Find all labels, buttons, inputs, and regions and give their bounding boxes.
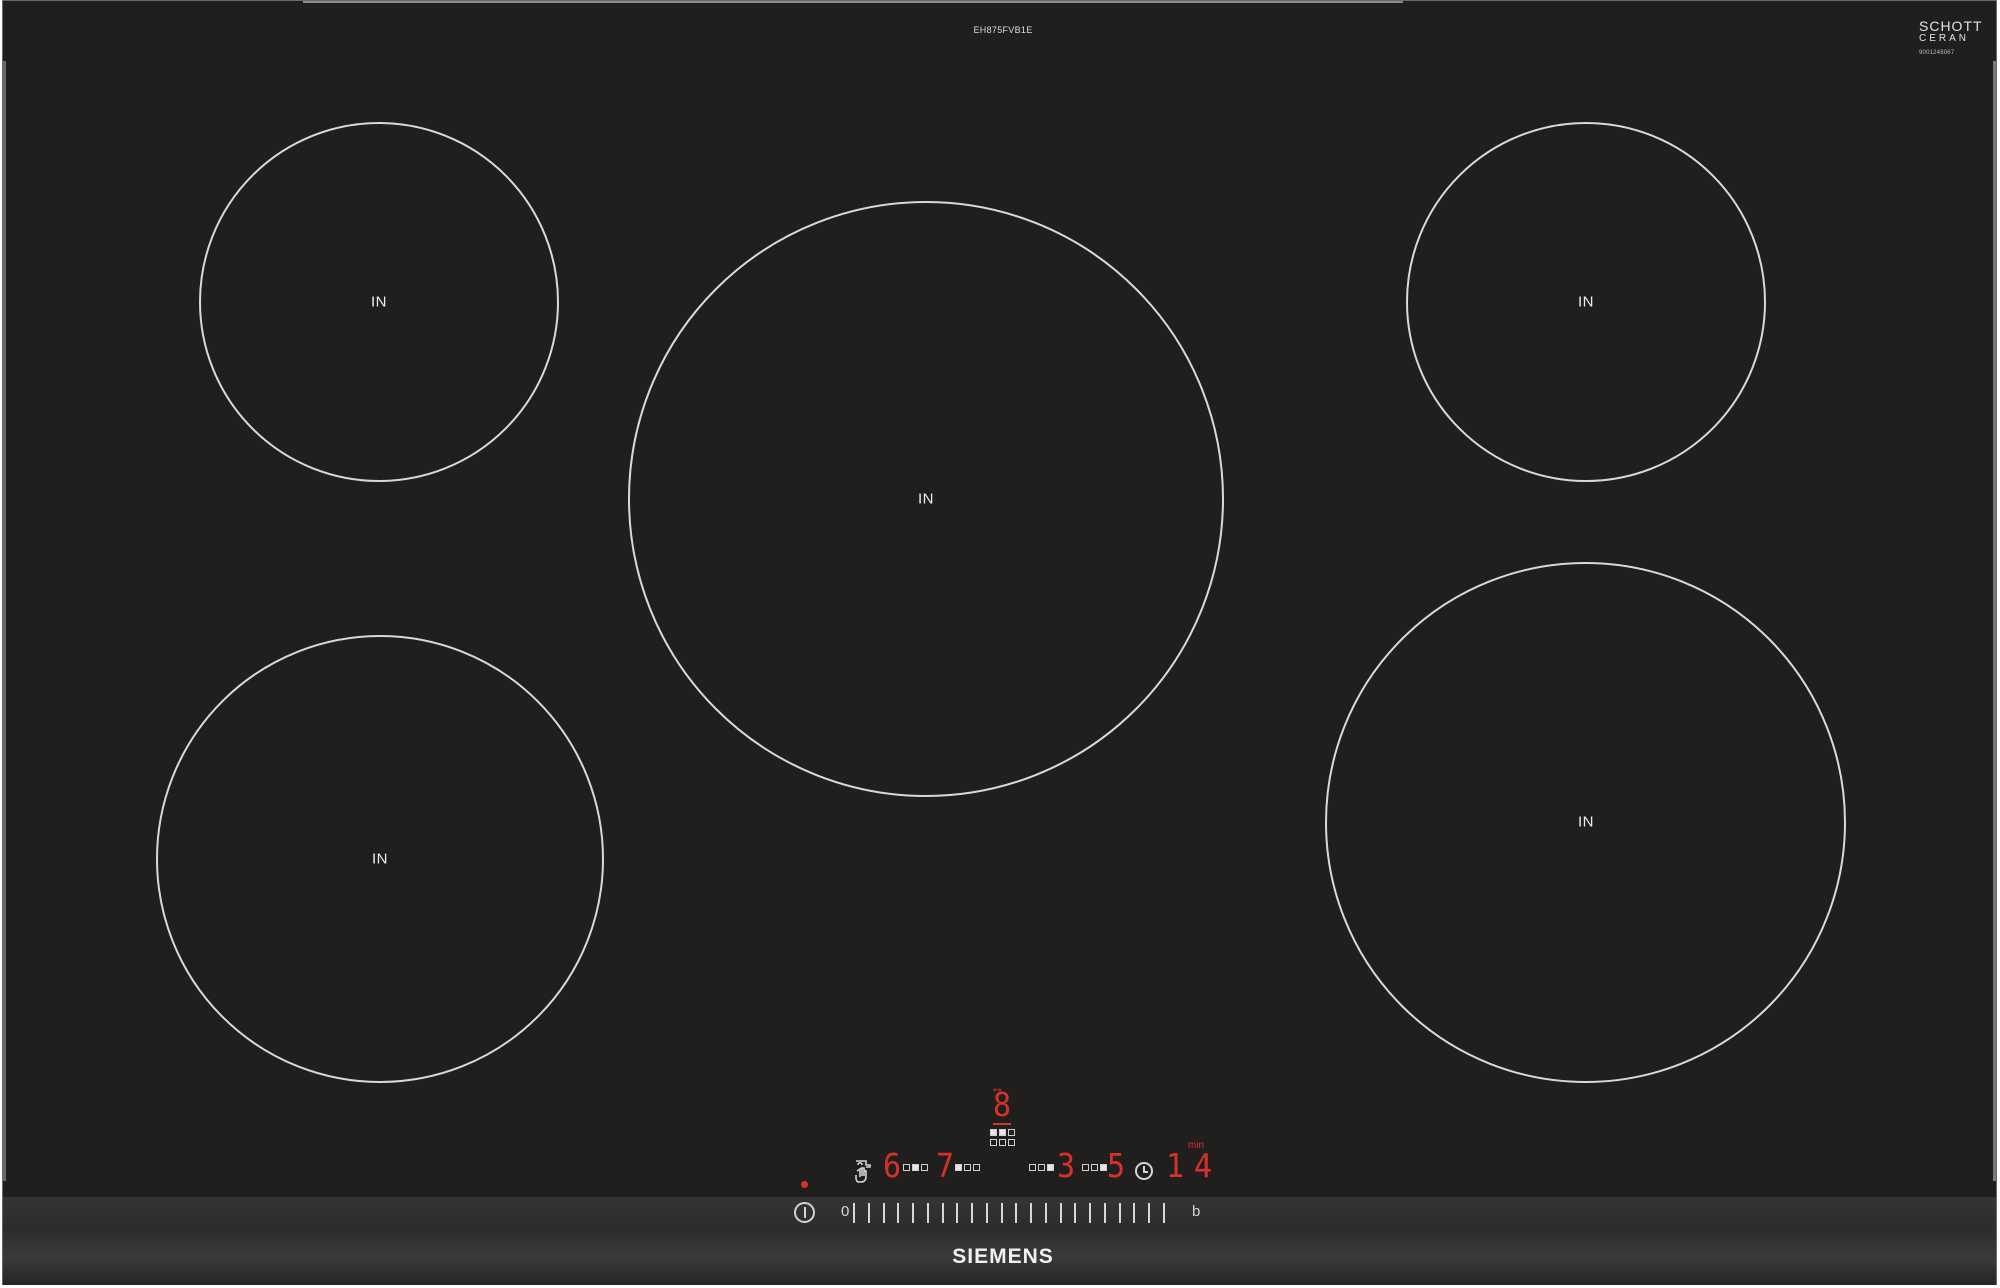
slider-tick[interactable] bbox=[1089, 1203, 1092, 1223]
timer-value[interactable]: 14 bbox=[1166, 1150, 1222, 1184]
slider-tick[interactable] bbox=[1118, 1203, 1121, 1223]
child-lock-icon[interactable] bbox=[853, 1159, 873, 1183]
glass-brand-logo: SCHOTT CERAN 9001248067 bbox=[1919, 19, 1983, 56]
center-zone-level[interactable]: 8 bbox=[993, 1089, 1011, 1123]
power-level-slider[interactable] bbox=[853, 1203, 1165, 1223]
zone-left-level[interactable]: 6 bbox=[883, 1150, 901, 1184]
slider-tick[interactable] bbox=[1133, 1203, 1136, 1223]
slider-tick[interactable] bbox=[1163, 1203, 1165, 1223]
center-zone-underline bbox=[993, 1123, 1011, 1125]
slider-tick[interactable] bbox=[867, 1203, 870, 1223]
slider-tick[interactable] bbox=[985, 1203, 988, 1223]
slider-tick[interactable] bbox=[941, 1203, 944, 1223]
zone-label-front-left: IN bbox=[372, 850, 388, 868]
model-number: EH875FVB1E bbox=[973, 25, 1033, 35]
zone-label-center: IN bbox=[918, 490, 934, 508]
slider-boost-label[interactable]: b bbox=[1192, 1203, 1200, 1220]
slider-tick[interactable] bbox=[897, 1203, 900, 1223]
slider-tick[interactable] bbox=[1103, 1203, 1106, 1223]
zone-left-rear-level[interactable]: 7 bbox=[936, 1150, 954, 1184]
power-icon[interactable] bbox=[794, 1202, 815, 1223]
glass-brand-line1: SCHOTT bbox=[1919, 18, 1983, 34]
zone-right-rear-level[interactable]: 3 bbox=[1057, 1150, 1075, 1184]
slider-tick[interactable] bbox=[1059, 1203, 1062, 1223]
zone-left-rear-selector-icon[interactable] bbox=[955, 1164, 980, 1171]
slider-min-label: 0 bbox=[841, 1203, 850, 1220]
zone-right-selector-icon[interactable] bbox=[1082, 1164, 1107, 1171]
cooktop-top-edge bbox=[303, 1, 1403, 3]
slider-tick[interactable] bbox=[1015, 1203, 1018, 1223]
slider-tick[interactable] bbox=[882, 1203, 885, 1223]
slider-tick[interactable] bbox=[1148, 1203, 1151, 1223]
slider-tick[interactable] bbox=[926, 1203, 929, 1223]
slider-tick[interactable] bbox=[853, 1203, 855, 1223]
center-zone-selector-icon[interactable] bbox=[990, 1129, 1015, 1136]
slider-tick[interactable] bbox=[1000, 1203, 1003, 1223]
center-zone-selector-icon-2 bbox=[990, 1139, 1015, 1146]
cooktop-panel: EH875FVB1E SCHOTT CERAN 9001248067 IN IN… bbox=[2, 0, 1997, 1285]
slider-tick[interactable] bbox=[1030, 1203, 1033, 1223]
cooktop-left-edge bbox=[3, 61, 6, 1181]
zone-left-selector-icon[interactable] bbox=[903, 1164, 928, 1171]
zone-label-back-right: IN bbox=[1578, 293, 1594, 311]
clock-icon[interactable] bbox=[1135, 1162, 1153, 1180]
slider-tick[interactable] bbox=[912, 1203, 915, 1223]
brand-logo: SIEMENS bbox=[952, 1245, 1054, 1268]
zone-label-back-left: IN bbox=[371, 293, 387, 311]
power-indicator-dot bbox=[801, 1181, 808, 1188]
slider-tick[interactable] bbox=[971, 1203, 974, 1223]
zone-label-front-right: IN bbox=[1578, 813, 1594, 831]
zone-right-rear-selector-icon[interactable] bbox=[1029, 1164, 1054, 1171]
zone-right-level[interactable]: 5 bbox=[1107, 1150, 1125, 1184]
glass-brand-line2: CERAN bbox=[1919, 33, 1970, 44]
slider-tick[interactable] bbox=[1074, 1203, 1077, 1223]
slider-tick[interactable] bbox=[1044, 1203, 1047, 1223]
slider-tick[interactable] bbox=[956, 1203, 959, 1223]
glass-serial: 9001248067 bbox=[1919, 50, 1955, 56]
cooktop-right-edge bbox=[1993, 61, 1996, 1181]
